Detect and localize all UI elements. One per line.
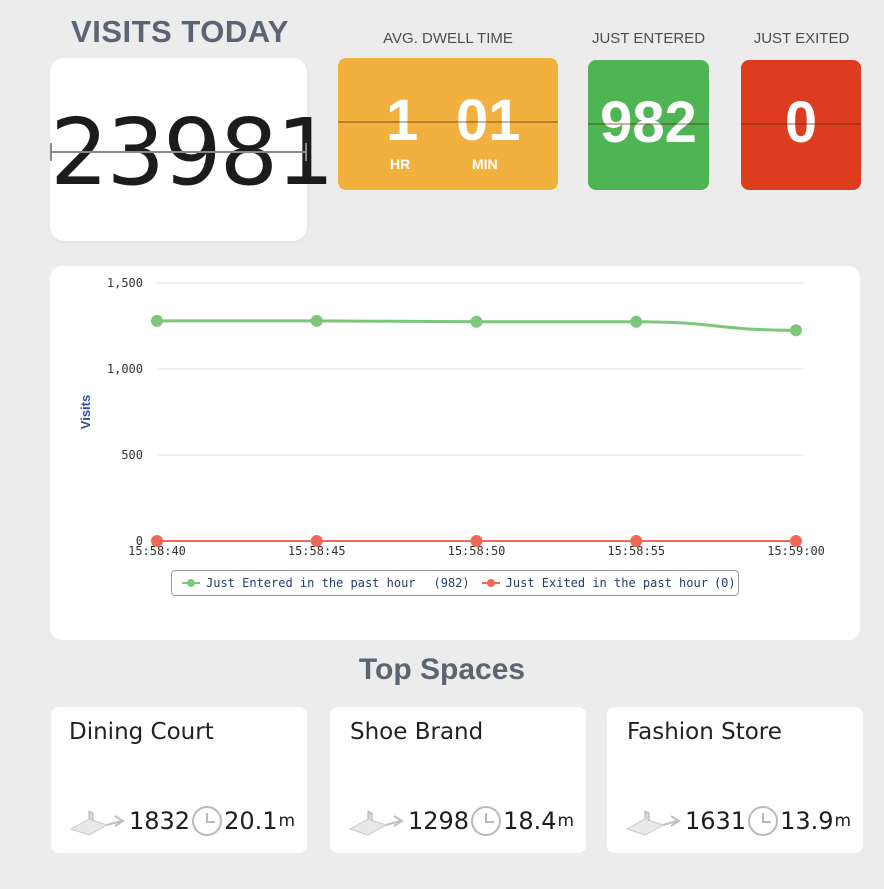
legend-entered-count: (982) xyxy=(433,576,470,590)
visits-chart-card: 0 500 1,000 1,500 Visits 15:58:40 15:58:45 15:5… xyxy=(50,266,860,640)
space-stats: 1832 20.1 m xyxy=(67,805,295,837)
top-spaces-title: Top Spaces xyxy=(358,653,526,686)
legend-exited-count: (0) xyxy=(713,576,736,590)
data-point xyxy=(470,535,483,547)
flip-divider xyxy=(588,123,709,125)
data-point xyxy=(470,315,483,328)
space-name: Dining Court xyxy=(69,719,214,745)
legend-entered-marker xyxy=(182,578,200,588)
space-dwell-unit: m xyxy=(557,811,575,831)
space-dwell-unit: m xyxy=(834,811,852,831)
space-name: Shoe Brand xyxy=(350,719,484,745)
foot-traffic-icon xyxy=(625,810,681,836)
just-entered-card: 982 xyxy=(588,60,709,190)
data-point xyxy=(151,314,163,327)
visits-today-card: 23981 xyxy=(50,58,335,241)
space-visit-count: 1298 xyxy=(408,807,470,835)
space-name: Fashion Store xyxy=(627,719,782,745)
just-exited-label: JUST EXITED xyxy=(753,30,850,47)
visits-line-chart: 05001,0001,500Visits15:58:40 15:58:45 15:5… xyxy=(78,276,825,558)
flip-hinge-left xyxy=(50,143,52,161)
data-point xyxy=(630,315,643,328)
legend-exited-marker xyxy=(481,578,500,588)
space-card[interactable]: Shoe Brand 1298 18.4 m xyxy=(330,707,586,853)
data-point xyxy=(310,314,323,327)
data-point xyxy=(790,535,802,547)
space-stats: 1298 18.4 m xyxy=(346,805,574,837)
just-exited-card: 0 xyxy=(741,60,861,190)
y-tick-label: 1,000 xyxy=(107,362,143,376)
visits-today-value: 23981 xyxy=(50,99,335,206)
y-tick-label: 500 xyxy=(121,448,143,462)
data-point xyxy=(151,535,163,547)
space-card[interactable]: Fashion Store 1631 13.9 m xyxy=(607,707,863,853)
foot-traffic-icon xyxy=(69,810,125,836)
space-dwell-time: 13.9 xyxy=(780,807,834,835)
space-dwell-time: 20.1 xyxy=(224,807,278,835)
clock-icon xyxy=(748,806,779,836)
dwell-hours-unit: HR xyxy=(390,156,411,172)
space-visit-count: 1631 xyxy=(685,807,747,835)
dwell-time-card: 1 HR 01 MIN xyxy=(338,58,558,190)
legend-exited-label[interactable]: Just Exited in the past hour xyxy=(506,576,708,590)
foot-traffic-icon xyxy=(348,810,404,836)
y-tick-label: 1,500 xyxy=(107,276,143,290)
flip-divider xyxy=(338,121,558,123)
space-dwell-time: 18.4 xyxy=(503,807,557,835)
clock-icon xyxy=(192,806,223,836)
dwell-time-label: AVG. DWELL TIME xyxy=(383,30,513,47)
clock-icon xyxy=(471,806,502,836)
data-point xyxy=(790,324,802,337)
space-card[interactable]: Dining Court 1832 20.1 m xyxy=(51,707,307,853)
space-stats: 1631 13.9 m xyxy=(623,805,851,837)
flip-hinge-right xyxy=(305,143,307,161)
space-visit-count: 1832 xyxy=(129,807,191,835)
just-entered-label: JUST ENTERED xyxy=(591,30,706,47)
space-dwell-unit: m xyxy=(278,811,296,831)
flip-divider xyxy=(50,151,307,153)
data-point xyxy=(630,535,643,547)
flip-divider xyxy=(741,123,861,125)
dwell-minutes-unit: MIN xyxy=(472,156,498,172)
y-axis-label: Visits xyxy=(78,395,93,429)
visits-today-title: VISITS TODAY xyxy=(71,14,289,49)
legend-entered-label[interactable]: Just Entered in the past hour xyxy=(206,576,416,590)
chart-legend: Just Entered in the past hour (982) Just… xyxy=(171,570,739,596)
data-point xyxy=(310,535,323,547)
